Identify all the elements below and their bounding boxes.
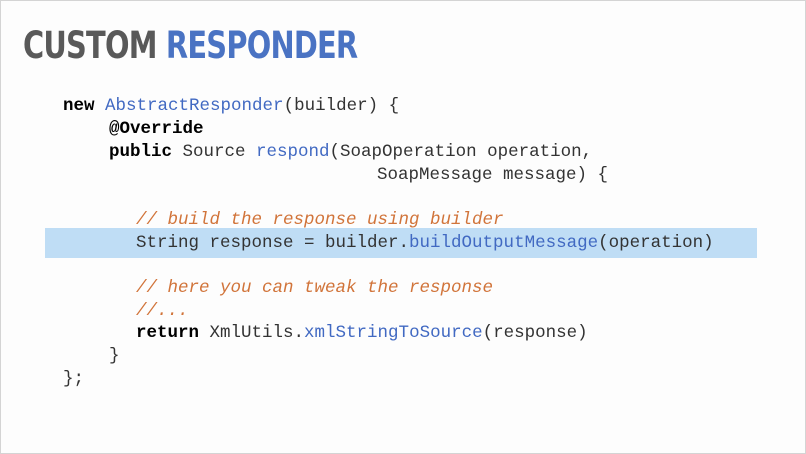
slide-title: CUSTOM RESPONDER bbox=[23, 24, 358, 67]
annotation-override: @Override bbox=[109, 119, 204, 139]
method-xml-string-to-source: xmlStringToSource bbox=[304, 323, 483, 343]
code-line-2: @Override bbox=[109, 118, 204, 140]
method-respond: respond bbox=[256, 142, 330, 162]
code-line-10: } bbox=[109, 345, 120, 367]
code-text: (response) bbox=[482, 323, 588, 343]
code-comment: //... bbox=[136, 301, 189, 321]
code-line-9: return XmlUtils.xmlStringToSource(respon… bbox=[136, 322, 588, 344]
code-line-7: // here you can tweak the response bbox=[136, 277, 493, 299]
code-text: } bbox=[109, 346, 120, 366]
code-comment: // here you can tweak the response bbox=[136, 278, 494, 298]
code-line-3: public Source respond(SoapOperation oper… bbox=[109, 141, 592, 163]
code-text: (builder) { bbox=[283, 96, 400, 116]
code-text: XmlUtils. bbox=[199, 323, 305, 343]
code-text: SoapMessage message) { bbox=[377, 165, 609, 185]
code-text: }; bbox=[63, 369, 85, 389]
code-line-1: new AbstractResponder(builder) { bbox=[63, 95, 399, 117]
code-line-8: //... bbox=[136, 300, 189, 322]
code-line-5: // build the response using builder bbox=[136, 209, 504, 231]
code-line-6: String response = builder.buildOutputMes… bbox=[136, 232, 714, 254]
title-word-custom: CUSTOM bbox=[23, 24, 157, 67]
code-text: (SoapOperation operation, bbox=[329, 142, 593, 162]
class-name: AbstractResponder bbox=[105, 96, 284, 116]
keyword-return: return bbox=[136, 323, 200, 343]
code-line-4: SoapMessage message) { bbox=[377, 164, 608, 186]
keyword-public: public bbox=[109, 142, 173, 162]
keyword-new: new bbox=[63, 96, 95, 116]
code-text: (operation) bbox=[598, 233, 714, 253]
slide: CUSTOM RESPONDER new AbstractResponder(b… bbox=[0, 0, 806, 454]
title-word-responder: RESPONDER bbox=[165, 24, 358, 67]
code-block: new AbstractResponder(builder) { @Overri… bbox=[1, 1, 714, 453]
code-comment: // build the response using builder bbox=[136, 210, 504, 230]
code-line-11: }; bbox=[63, 368, 84, 390]
code-text: Source bbox=[172, 142, 257, 162]
method-build-output-message: buildOutputMessage bbox=[409, 233, 599, 253]
code-text: String response = builder. bbox=[136, 233, 410, 253]
